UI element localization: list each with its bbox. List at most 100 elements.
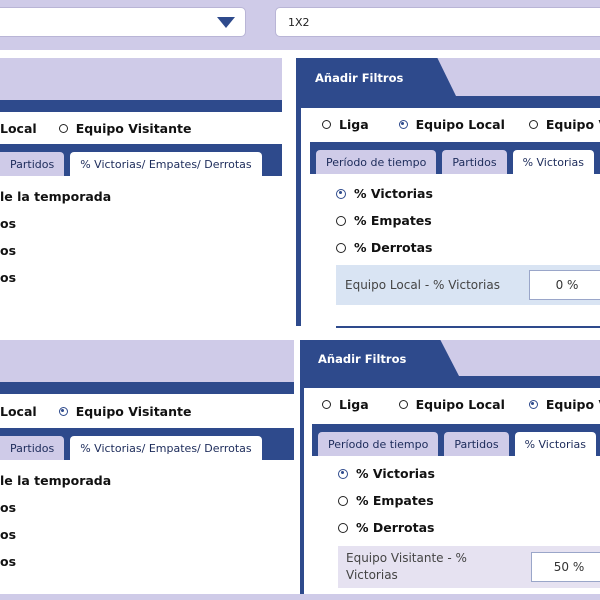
- radio-circle[interactable]: [322, 399, 331, 409]
- left-top-header-bar: [0, 100, 282, 112]
- option-label: % Empates: [354, 213, 432, 228]
- option-row[interactable]: os: [0, 216, 16, 231]
- filter-value-input[interactable]: 0 %: [529, 270, 600, 300]
- chevron-down-icon[interactable]: [217, 17, 235, 28]
- radio-circle[interactable]: [528, 119, 538, 129]
- option-label: os: [0, 527, 17, 542]
- option-label: os: [0, 270, 17, 285]
- left-top-team-radios: Local Equipo Visitante: [0, 113, 282, 143]
- option-derrotas[interactable]: % Derrotas: [338, 520, 435, 535]
- radio-local[interactable]: Local: [0, 404, 37, 419]
- radio-equipo-local[interactable]: Equipo Local: [398, 116, 505, 132]
- radio-circle[interactable]: [338, 495, 348, 506]
- radio-circle-selected[interactable]: [58, 406, 68, 416]
- option-label: le la temporada: [0, 189, 112, 204]
- option-victorias[interactable]: % Victorias: [336, 186, 433, 201]
- option-victorias[interactable]: % Victorias: [338, 466, 435, 481]
- panel-bottom-border: [336, 326, 600, 328]
- radio-circle[interactable]: [322, 119, 331, 129]
- option-label: % Derrotas: [354, 240, 433, 255]
- tab-victorias-empates-derrotas[interactable]: % Victorias/ Empates/ Derrotas: [70, 436, 262, 460]
- option-row[interactable]: os: [0, 500, 16, 515]
- tab-partidos[interactable]: Partidos: [0, 436, 65, 460]
- option-label: os: [0, 554, 17, 569]
- radio-local[interactable]: Local: [0, 121, 37, 136]
- tab-label: % Victorias/ Empates/ Derrotas: [80, 441, 252, 455]
- tab-periodo[interactable]: Período de tiempo: [316, 150, 437, 174]
- tab-label: Partidos: [452, 155, 497, 169]
- tab-label: Período de tiempo: [328, 437, 429, 451]
- option-temporada[interactable]: le la temporada: [0, 473, 111, 488]
- radio-circle-selected[interactable]: [528, 399, 538, 409]
- filter-value: 50 %: [553, 560, 585, 574]
- filter-value: 0 %: [555, 278, 579, 292]
- option-row[interactable]: os: [0, 270, 16, 285]
- radio-circle[interactable]: [338, 522, 348, 533]
- tab-label: % Victorias: [524, 437, 586, 451]
- option-label: % Derrotas: [356, 520, 435, 535]
- radio-liga[interactable]: Liga: [322, 397, 369, 412]
- filter-field-label: Equipo Local - % Victorias: [345, 278, 500, 292]
- option-empates[interactable]: % Empates: [338, 493, 434, 508]
- market-dropdown[interactable]: 1X2: [275, 7, 600, 37]
- option-label: % Victorias: [356, 466, 435, 481]
- tab-partidos[interactable]: Partidos: [444, 432, 509, 456]
- option-label: le la temporada: [0, 473, 112, 488]
- option-label: os: [0, 500, 17, 515]
- left-bottom-header-bar: [0, 382, 294, 394]
- right-top-header-tab: Añadir Filtros: [301, 58, 456, 96]
- bottom-strip: [0, 594, 600, 600]
- radio-local-label: Local: [0, 120, 37, 136]
- radio-circle-selected[interactable]: [336, 188, 346, 199]
- tab-partidos[interactable]: Partidos: [0, 152, 65, 176]
- radio-circle[interactable]: [336, 215, 346, 226]
- radio-equipo-local[interactable]: Equipo Local: [398, 396, 505, 412]
- right-bottom-header-bar: [304, 376, 600, 388]
- radio-circle[interactable]: [336, 242, 346, 253]
- radio-equipo-visitante[interactable]: Equipo V: [528, 397, 600, 412]
- option-label: os: [0, 243, 17, 258]
- left-bottom-header: [0, 340, 294, 382]
- competition-dropdown[interactable]: [0, 7, 246, 37]
- radio-local-label: Local: [0, 403, 37, 419]
- tab-victorias[interactable]: % Victorias: [512, 150, 594, 174]
- right-top-radios: Liga Equipo Local Equipo V: [322, 109, 600, 139]
- tab-victorias[interactable]: % Victorias: [514, 432, 596, 456]
- option-row[interactable]: os: [0, 243, 16, 258]
- filter-field-label-line: Victorias: [346, 568, 398, 582]
- radio-circle-selected[interactable]: [338, 468, 348, 479]
- tab-periodo[interactable]: Período de tiempo: [318, 432, 439, 456]
- option-row[interactable]: os: [0, 527, 16, 542]
- option-empates[interactable]: % Empates: [336, 213, 432, 228]
- right-bottom-radios: Liga Equipo Local Equipo V: [322, 389, 600, 419]
- tab-label: % Victorias/ Empates/ Derrotas: [80, 157, 252, 171]
- right-top-tabs: Período de tiempo Partidos % Victorias: [310, 142, 600, 174]
- radio-circle[interactable]: [398, 399, 408, 409]
- radio-visitante-label: Equipo Visitante: [75, 403, 192, 419]
- radio-label: Equipo V: [545, 116, 600, 132]
- left-bottom-team-radios: Local Equipo Visitante: [0, 396, 294, 426]
- tab-label: Partidos: [10, 157, 55, 171]
- radio-visitante[interactable]: Equipo Visitante: [58, 403, 192, 419]
- radio-liga[interactable]: Liga: [322, 117, 369, 132]
- tab-label: Partidos: [454, 437, 499, 451]
- option-label: os: [0, 216, 17, 231]
- option-row[interactable]: os: [0, 554, 16, 569]
- option-derrotas[interactable]: % Derrotas: [336, 240, 433, 255]
- option-label: % Empates: [356, 493, 434, 508]
- tab-victorias-empates-derrotas[interactable]: % Victorias/ Empates/ Derrotas: [70, 152, 262, 176]
- radio-equipo-visitante[interactable]: Equipo V: [528, 116, 600, 132]
- option-temporada[interactable]: le la temporada: [0, 189, 111, 204]
- filter-value-input[interactable]: 50 %: [531, 552, 600, 582]
- radio-circle[interactable]: [58, 123, 68, 133]
- radio-visitante[interactable]: Equipo Visitante: [58, 121, 191, 136]
- radio-label: Equipo Local: [415, 116, 505, 132]
- filter-field-label: Equipo Visitante - % Victorias: [346, 550, 467, 584]
- left-top-header: [0, 58, 282, 100]
- left-top-tabs: Partidos % Victorias/ Empates/ Derrotas: [0, 144, 282, 176]
- radio-label: Equipo Local: [415, 396, 505, 412]
- header-title: Añadir Filtros: [318, 352, 407, 366]
- filter-field-label-line: Equipo Visitante - %: [346, 551, 467, 565]
- tab-partidos[interactable]: Partidos: [442, 150, 507, 174]
- radio-circle-selected[interactable]: [398, 119, 408, 129]
